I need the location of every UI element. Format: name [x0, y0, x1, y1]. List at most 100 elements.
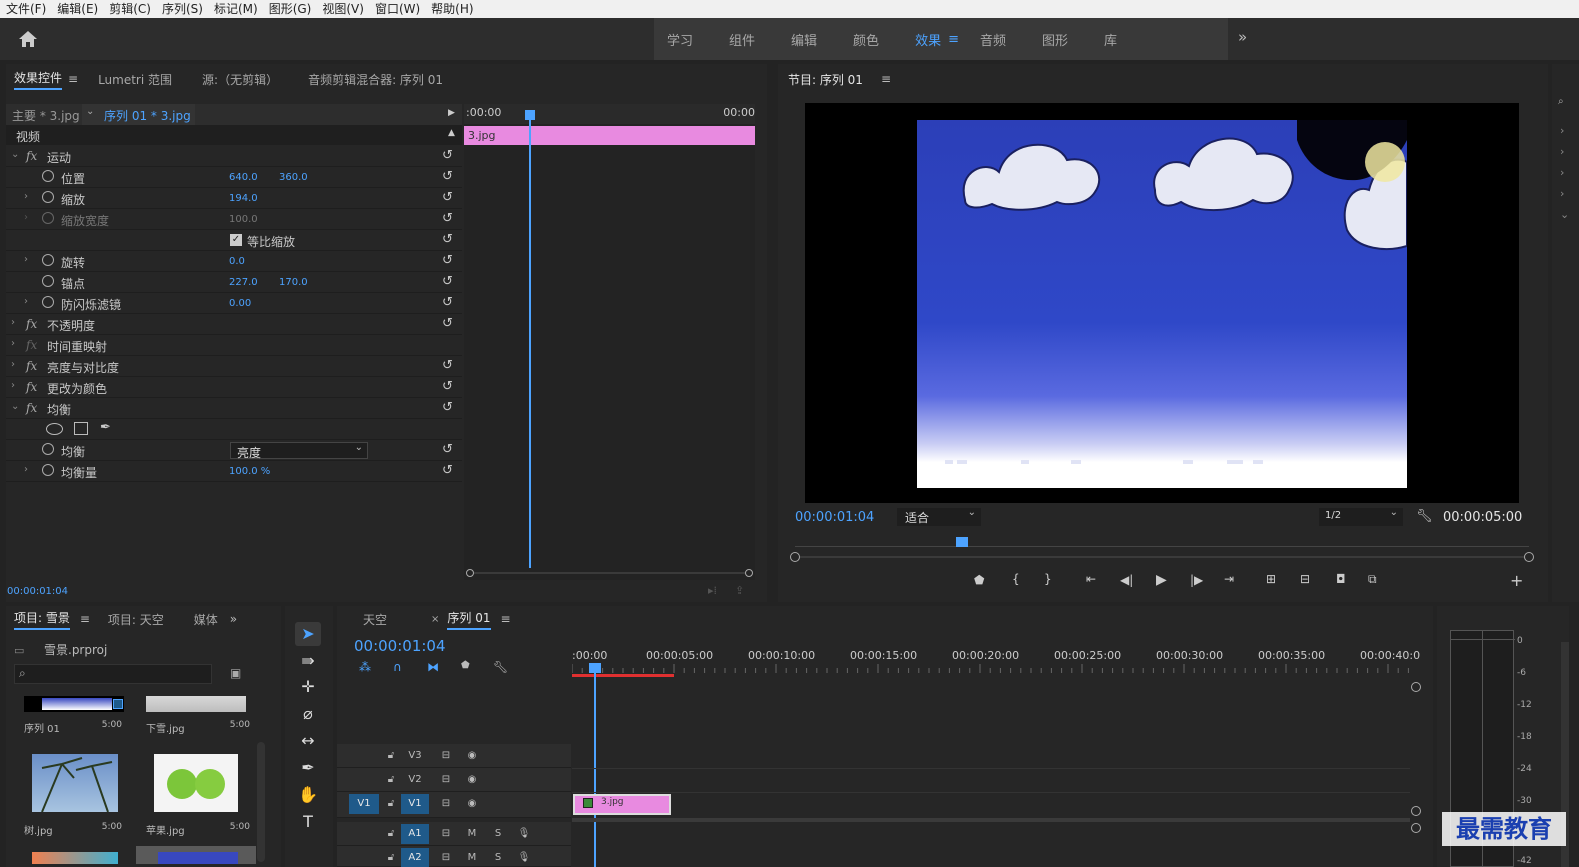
- program-scrubber[interactable]: [790, 536, 1534, 562]
- twirl-closed-icon[interactable]: ›: [24, 212, 28, 223]
- reset-icon[interactable]: ↺: [442, 232, 453, 247]
- reset-icon[interactable]: ↺: [442, 253, 453, 268]
- twirl-closed-icon[interactable]: ›: [11, 317, 15, 328]
- anchor-x-value[interactable]: 227.0: [229, 277, 258, 288]
- menu-help[interactable]: 帮助(H): [431, 0, 473, 18]
- antiflicker-value[interactable]: 0.00: [229, 298, 251, 309]
- menu-marker[interactable]: 标记(M): [214, 0, 258, 18]
- program-title[interactable]: 节目: 序列 01: [788, 71, 863, 88]
- stopwatch-icon[interactable]: [42, 443, 54, 455]
- eye-icon[interactable]: ◉: [463, 794, 481, 814]
- fx-icon[interactable]: fx: [26, 359, 37, 373]
- panel-menu-icon[interactable]: ≡: [881, 72, 891, 86]
- fx-icon[interactable]: fx: [26, 149, 37, 163]
- stopwatch-icon[interactable]: [42, 170, 54, 182]
- reset-icon[interactable]: ↺: [442, 274, 453, 289]
- filter-icon[interactable]: ▸⁞: [708, 584, 717, 597]
- project-scrollbar[interactable]: [257, 742, 265, 862]
- linked-selection-icon[interactable]: ⧓: [427, 660, 439, 674]
- lock-icon[interactable]: 🔓︎: [385, 848, 397, 867]
- equalize-amount-value[interactable]: 100.0 %: [229, 466, 270, 477]
- zoom-dropdown[interactable]: 适合 ⌄: [897, 507, 981, 526]
- more-tabs-icon[interactable]: »: [230, 612, 237, 626]
- reset-icon[interactable]: ↺: [442, 169, 453, 184]
- track-label[interactable]: A2: [401, 848, 429, 867]
- sequence-clip-tab[interactable]: ⌄ 序列 01 * 3.jpg: [82, 104, 195, 125]
- step-forward-icon[interactable]: |▶: [1190, 573, 1203, 587]
- go-to-out-icon[interactable]: ⇥: [1224, 572, 1234, 586]
- effect-controls-ruler[interactable]: :00:00 00:00: [464, 104, 755, 124]
- timeline-timecode[interactable]: 00:00:01:04: [354, 637, 446, 655]
- home-icon[interactable]: [18, 30, 38, 48]
- sync-lock-icon[interactable]: ⊟: [437, 824, 455, 844]
- tab-sequence-sky[interactable]: 天空: [363, 611, 387, 628]
- reset-icon[interactable]: ↺: [442, 358, 453, 373]
- microphone-icon[interactable]: 🎙︎: [517, 848, 531, 867]
- mute-button[interactable]: M: [465, 848, 479, 867]
- workspace-menu-icon[interactable]: ≡: [948, 32, 959, 47]
- solo-button[interactable]: S: [491, 848, 505, 867]
- menu-sequence[interactable]: 序列(S): [162, 0, 203, 18]
- project-item-selected[interactable]: [136, 846, 256, 864]
- type-tool-icon[interactable]: T: [297, 811, 319, 833]
- project-item-tree[interactable]: 树.jpg 5:00: [20, 752, 122, 852]
- panel-menu-icon[interactable]: ≡: [68, 72, 78, 86]
- tab-audio-clip-mixer[interactable]: 音频剪辑混合器: 序列 01: [308, 71, 443, 88]
- stopwatch-icon[interactable]: [42, 191, 54, 203]
- lock-icon[interactable]: 🔓︎: [385, 794, 397, 814]
- fx-icon[interactable]: fx: [26, 401, 37, 415]
- rotation-value[interactable]: 0.0: [229, 256, 245, 267]
- search-icon[interactable]: ⌕: [1558, 96, 1564, 107]
- twirl-closed-icon[interactable]: ›: [11, 359, 15, 370]
- lock-icon[interactable]: 🔓︎: [385, 746, 397, 766]
- rectangle-mask-icon[interactable]: [74, 422, 88, 435]
- play-icon[interactable]: ▶: [1156, 572, 1167, 588]
- anchor-y-value[interactable]: 170.0: [279, 277, 308, 288]
- effect-controls-scrollbar[interactable]: [466, 568, 753, 578]
- camera-icon[interactable]: ◘: [1336, 572, 1346, 586]
- tab-source[interactable]: 源:（无剪辑）: [202, 71, 278, 88]
- lift-icon[interactable]: ⊞: [1266, 572, 1276, 586]
- tab-project-snow[interactable]: 项目: 雪景: [14, 609, 70, 630]
- reset-icon[interactable]: ↺: [442, 379, 453, 394]
- work-area-bar[interactable]: [572, 674, 674, 677]
- reset-icon[interactable]: ↺: [442, 442, 453, 457]
- mark-in-icon[interactable]: {: [1012, 572, 1020, 586]
- equalize-dropdown[interactable]: 亮度 ⌄: [230, 442, 368, 460]
- position-x-value[interactable]: 640.0: [229, 172, 258, 183]
- menu-edit[interactable]: 编辑(E): [57, 0, 98, 18]
- effect-change-to-color[interactable]: › fx 更改为颜色 ↺: [6, 377, 462, 398]
- position-y-value[interactable]: 360.0: [279, 172, 308, 183]
- twirl-closed-icon[interactable]: ›: [11, 380, 15, 391]
- nest-icon[interactable]: ⁂: [359, 660, 371, 674]
- master-clip-label[interactable]: 主要 * 3.jpg: [12, 107, 80, 124]
- video-zoom-handle[interactable]: [1411, 806, 1421, 816]
- snap-icon[interactable]: ∩: [393, 660, 402, 674]
- track-label[interactable]: A1: [401, 824, 429, 844]
- razor-tool-icon[interactable]: ⌀: [297, 703, 319, 725]
- reset-icon[interactable]: ↺: [442, 463, 453, 478]
- close-icon[interactable]: ×: [431, 614, 439, 625]
- mute-button[interactable]: M: [465, 824, 479, 844]
- hand-tool-icon[interactable]: ✋: [297, 784, 319, 806]
- twirl-closed-icon[interactable]: ›: [11, 338, 15, 349]
- stopwatch-icon[interactable]: [42, 212, 54, 224]
- sync-lock-icon[interactable]: ⊟: [437, 848, 455, 867]
- effect-controls-playhead[interactable]: [529, 110, 531, 568]
- effect-motion[interactable]: ⌄ fx 运动 ↺: [6, 146, 462, 167]
- collapsed-side-panel[interactable]: ⌕ › › › › ⌄: [1552, 64, 1579, 602]
- menu-view[interactable]: 视图(V): [322, 0, 364, 18]
- workspace-graphics[interactable]: 图形: [1029, 30, 1081, 49]
- video-audio-divider[interactable]: [572, 818, 1410, 822]
- track-label[interactable]: V1: [401, 794, 429, 814]
- tab-media-browser[interactable]: 媒体: [194, 611, 218, 628]
- tab-effect-controls[interactable]: 效果控件: [14, 69, 63, 90]
- mark-out-icon[interactable]: }: [1044, 572, 1052, 586]
- sync-lock-icon[interactable]: ⊟: [437, 770, 455, 790]
- reset-icon[interactable]: ↺: [442, 148, 453, 163]
- lock-icon[interactable]: 🔓︎: [385, 824, 397, 844]
- program-playhead[interactable]: [956, 537, 968, 547]
- timeline-clip[interactable]: 3.jpg: [573, 794, 671, 815]
- tab-lumetri-scopes[interactable]: Lumetri 范围: [98, 71, 172, 88]
- resolution-dropdown[interactable]: 1/2 ⌄: [1319, 507, 1403, 526]
